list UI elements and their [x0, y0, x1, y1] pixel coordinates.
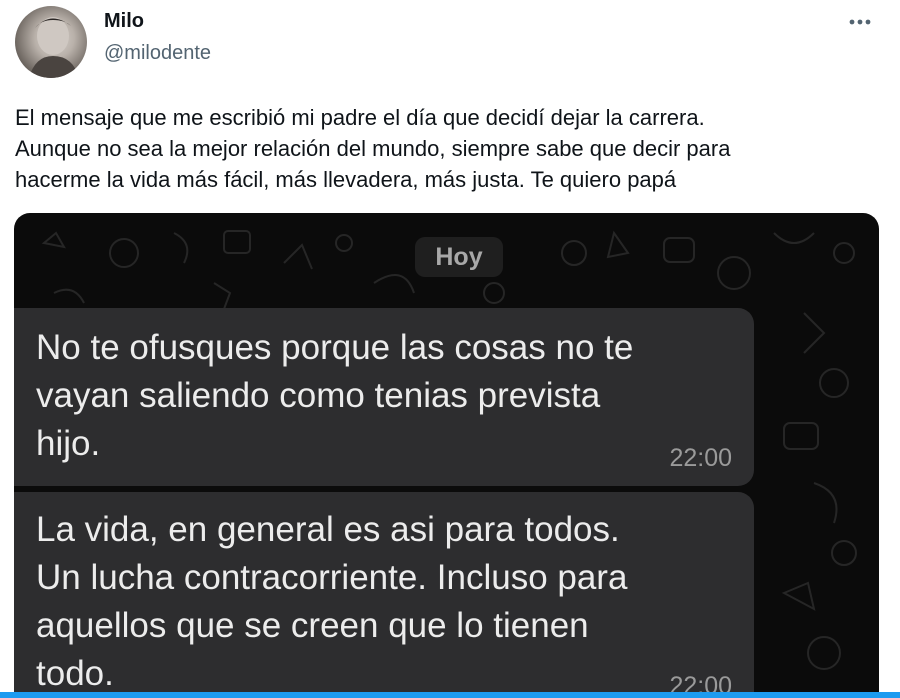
chat-message-text: La vida, en general es asi para todos. U… [36, 506, 627, 698]
tweet-text: El mensaje que me escribió mi padre el d… [15, 102, 885, 195]
tweet-text-line: Aunque no sea la mejor relación del mund… [15, 136, 731, 161]
chat-message-bubble: No te ofusques porque las cosas no te va… [14, 308, 754, 486]
chat-message-line: hijo. [36, 424, 101, 463]
chat-message-line: vayan saliendo como tenias prevista [36, 376, 601, 415]
bottom-accent-bar [0, 692, 900, 698]
more-horizontal-icon [849, 19, 871, 25]
chat-message-text: No te ofusques porque las cosas no te va… [36, 324, 633, 468]
avatar-photo [29, 17, 79, 78]
avatar[interactable] [15, 6, 87, 78]
chat-message-bubble: La vida, en general es asi para todos. U… [14, 492, 754, 698]
chat-message-line: Un lucha contracorriente. Incluso para [36, 558, 628, 597]
chat-message-line: La vida, en general es asi para todos. [36, 510, 620, 549]
more-options-button[interactable] [840, 6, 880, 38]
tweet-text-line: hacerme la vida más fácil, más llevadera… [15, 167, 677, 192]
chat-message-line: aquellos que se creen que lo tienen [36, 606, 589, 645]
chat-date-label: Hoy [415, 237, 503, 277]
author-handle[interactable]: @milodente [104, 42, 211, 65]
tweet-text-line: El mensaje que me escribió mi padre el d… [15, 105, 705, 130]
tweet-media-image[interactable]: Hoy No te ofusques porque las cosas no t… [14, 213, 879, 698]
author-display-name[interactable]: Milo [104, 10, 144, 33]
chat-message-line: todo. [36, 654, 114, 693]
chat-message-time: 22:00 [669, 444, 732, 472]
chat-message-line: No te ofusques porque las cosas no te [36, 328, 634, 367]
